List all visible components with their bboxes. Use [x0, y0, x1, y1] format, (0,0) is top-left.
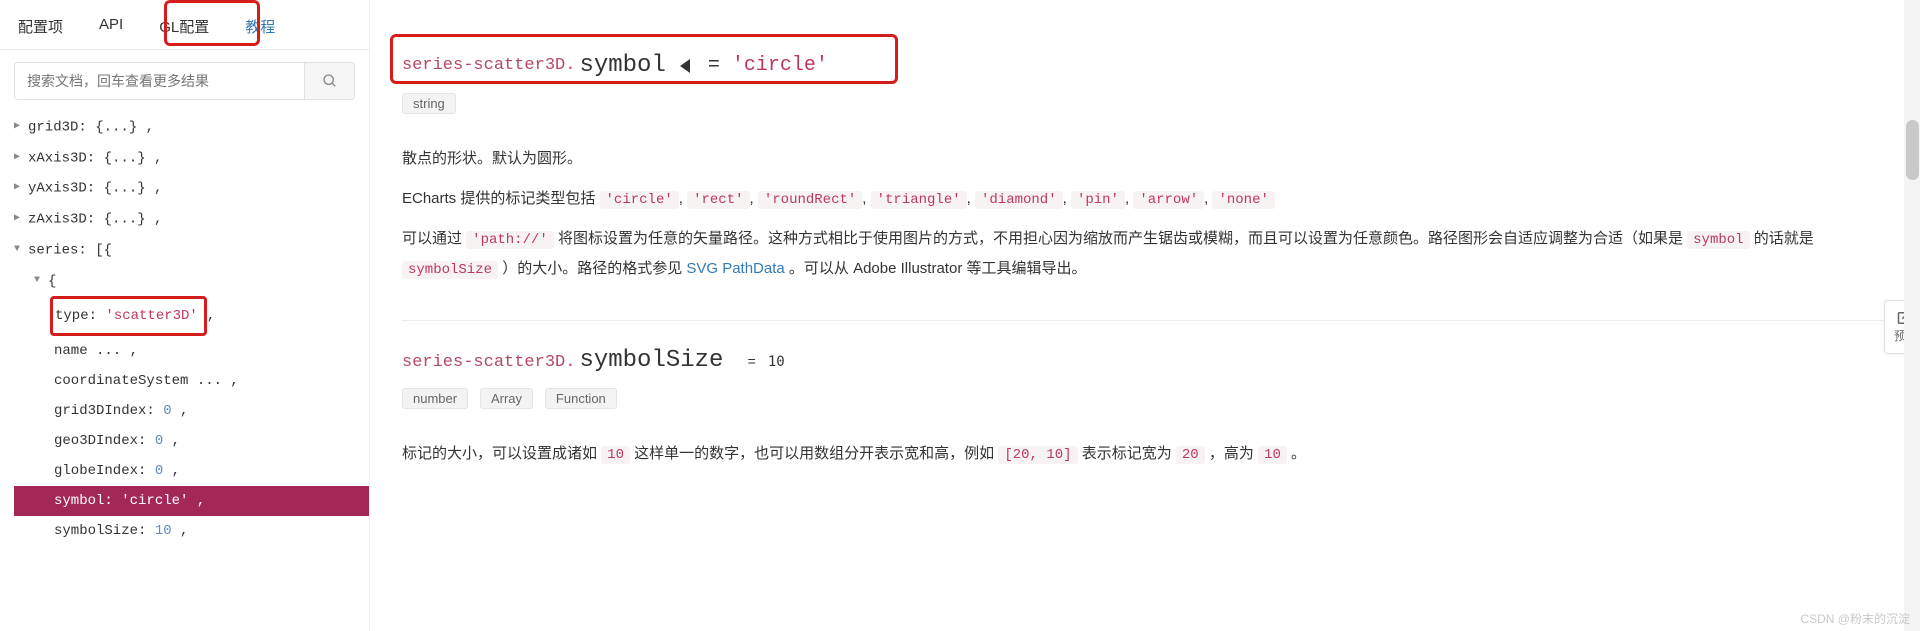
tree-geo3dindex[interactable]: geo3DIndex: 0 , [14, 426, 369, 456]
search-input[interactable] [15, 63, 304, 99]
type-list: number Array Function [402, 388, 1888, 409]
type-pill-function: Function [545, 388, 617, 409]
code-triangle: 'triangle' [871, 191, 967, 209]
equals-sign: = [747, 355, 755, 371]
default-value: 10 [768, 354, 785, 370]
property-name: symbol [579, 52, 665, 79]
description-symbolsize: 标记的大小，可以设置成诸如 10 这样单一的数字，也可以用数组分开表示宽和高，例… [402, 439, 1888, 469]
desc-line-3: 可以通过 'path://' 将图标设置为任意的矢量路径。这种方式相比于使用图片… [402, 224, 1888, 284]
property-header-symbolsize: series-scatter3D. symbolSize = 10 [402, 347, 1888, 374]
tab-api[interactable]: API [81, 8, 141, 45]
code-20-10: [20, 10] [998, 446, 1077, 464]
tree-symbolsize[interactable]: symbolSize: 10 , [14, 516, 369, 546]
code-pin: 'pin' [1071, 191, 1125, 209]
type-pill-number: number [402, 388, 468, 409]
tree-zaxis3d[interactable]: ▶zAxis3D: {...} , [14, 204, 369, 235]
default-value: 'circle' [732, 54, 828, 77]
code-arrow: 'arrow' [1133, 191, 1204, 209]
type-list: string [402, 93, 1888, 114]
tree-grid3dindex[interactable]: grid3DIndex: 0 , [14, 396, 369, 426]
tree-type[interactable]: type: 'scatter3D', [14, 296, 369, 336]
property-header-symbol: series-scatter3D. symbol = 'circle' [402, 52, 1888, 79]
tree-coord[interactable]: coordinateSystem ... , [14, 366, 369, 396]
tab-tutorial[interactable]: 教程 [227, 8, 293, 45]
type-pill-array: Array [480, 388, 533, 409]
property-prefix: series-scatter3D. [402, 56, 575, 75]
caret-down-icon: ▼ [34, 266, 48, 296]
search-bar [14, 62, 355, 100]
doc-tabs: 配置项 API GL配置 教程 [0, 0, 369, 50]
description-symbol: 散点的形状。默认为圆形。 ECharts 提供的标记类型包括 'circle',… [402, 144, 1888, 284]
tree-series[interactable]: ▼series: [{ [14, 235, 369, 266]
code-10b: 10 [1258, 446, 1287, 464]
code-20: 20 [1176, 446, 1205, 464]
code-10: 10 [601, 446, 630, 464]
tree-name[interactable]: name ... , [14, 336, 369, 366]
tree-grid3d[interactable]: ▶grid3D: {...} , [14, 112, 369, 143]
code-diamond: 'diamond' [975, 191, 1063, 209]
code-rect: 'rect' [687, 191, 749, 209]
collapse-icon[interactable] [680, 59, 690, 73]
tab-config[interactable]: 配置项 [0, 8, 81, 45]
tree-series-item[interactable]: ▼{ [14, 266, 369, 297]
property-name: symbolSize [579, 347, 723, 374]
tree-xaxis3d[interactable]: ▶xAxis3D: {...} , [14, 143, 369, 174]
section-divider [402, 320, 1888, 321]
desc-line-2: ECharts 提供的标记类型包括 'circle', 'rect', 'rou… [402, 184, 1888, 214]
highlight-box-type: type: 'scatter3D' [50, 296, 207, 336]
sidebar: 配置项 API GL配置 教程 ▶grid3D: {...} , ▶xAxis3… [0, 0, 370, 631]
code-roundrect: 'roundRect' [758, 191, 862, 209]
desc-line-1: 标记的大小，可以设置成诸如 10 这样单一的数字，也可以用数组分开表示宽和高，例… [402, 439, 1888, 469]
watermark: CSDN @粉末的沉淀 [1800, 610, 1910, 627]
tree-globeindex[interactable]: globeIndex: 0 , [14, 456, 369, 486]
search-icon [322, 73, 338, 89]
caret-right-icon: ▶ [14, 173, 28, 203]
code-circle: 'circle' [600, 191, 679, 209]
search-button[interactable] [304, 63, 354, 99]
tree-yaxis3d[interactable]: ▶yAxis3D: {...} , [14, 173, 369, 204]
caret-right-icon: ▶ [14, 143, 28, 173]
scrollbar-track [1904, 0, 1920, 631]
code-none: 'none' [1212, 191, 1274, 209]
desc-line-1: 散点的形状。默认为圆形。 [402, 144, 1888, 174]
main-content: series-scatter3D. symbol = 'circle' stri… [370, 0, 1920, 631]
equals-sign: = [708, 54, 720, 77]
code-path: 'path://' [466, 231, 554, 249]
caret-right-icon: ▶ [14, 112, 28, 142]
property-prefix: series-scatter3D. [402, 353, 575, 372]
option-tree: ▶grid3D: {...} , ▶xAxis3D: {...} , ▶yAxi… [0, 108, 369, 546]
link-svg-pathdata[interactable]: SVG PathData [686, 260, 784, 277]
type-pill-string: string [402, 93, 456, 114]
code-symbol: symbol [1687, 231, 1749, 249]
tree-symbol[interactable]: symbol: 'circle' , [14, 486, 369, 516]
caret-down-icon: ▼ [14, 235, 28, 265]
code-symbolsize: symbolSize [402, 261, 498, 279]
scrollbar-thumb[interactable] [1906, 120, 1919, 180]
caret-right-icon: ▶ [14, 204, 28, 234]
tab-gl-config[interactable]: GL配置 [141, 8, 227, 45]
